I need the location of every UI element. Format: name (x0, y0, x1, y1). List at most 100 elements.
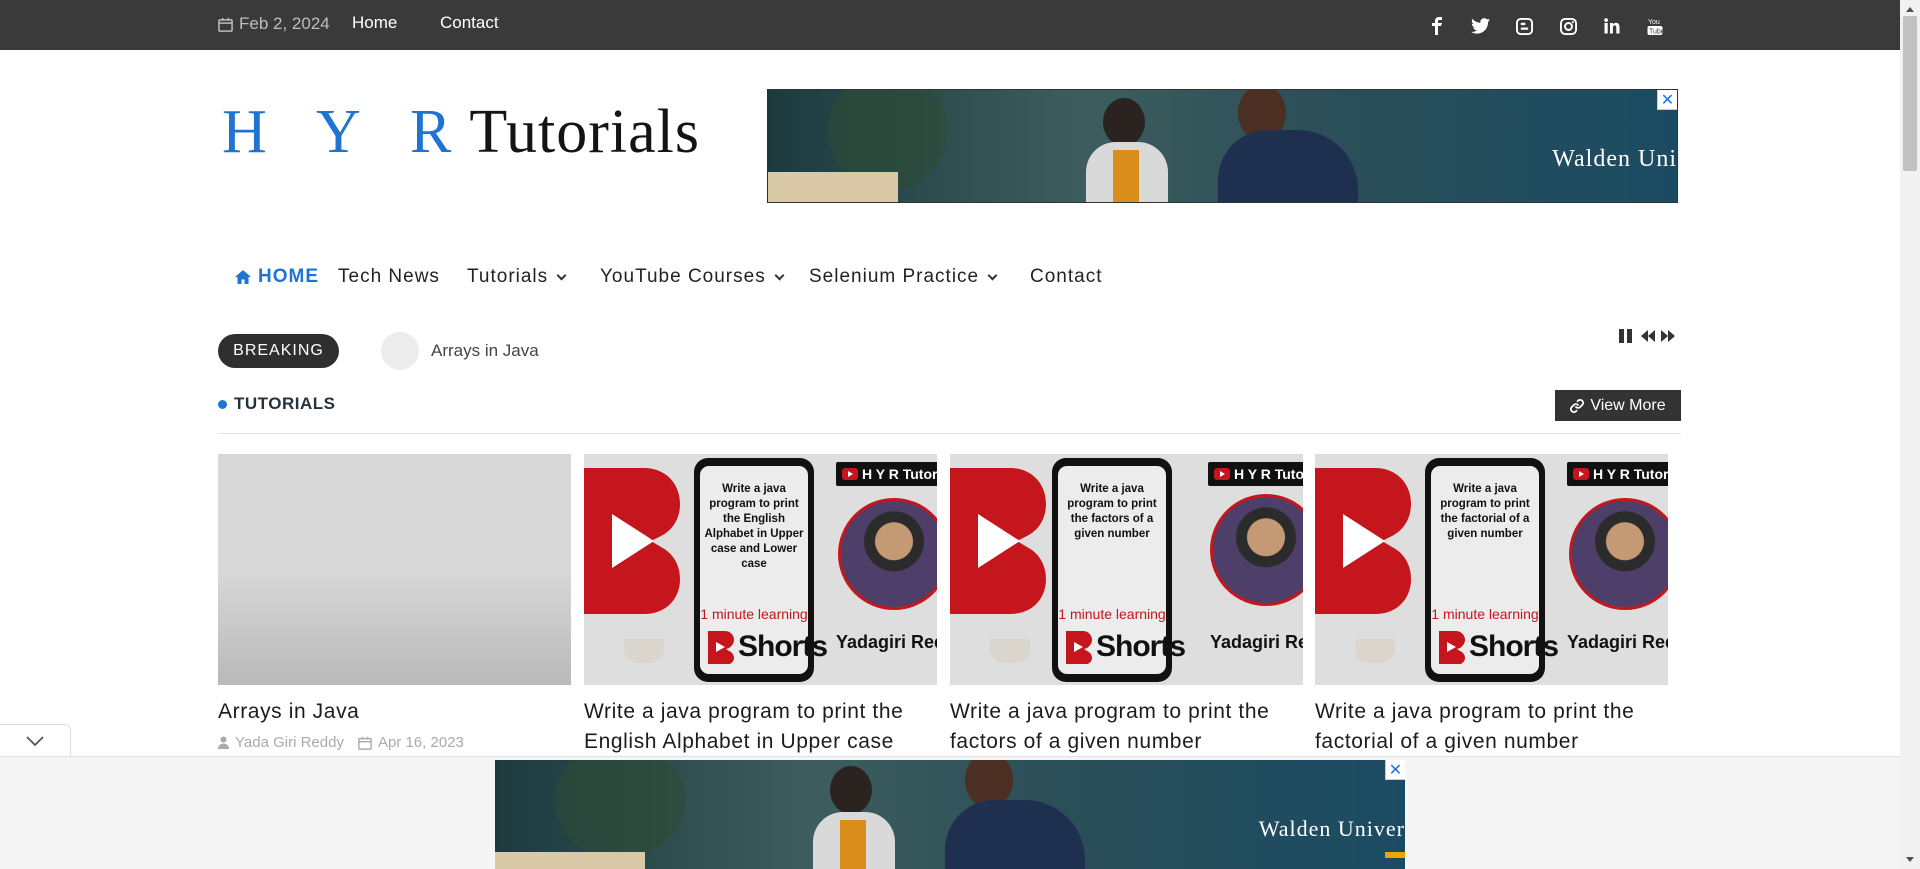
nav-item-home[interactable]: HOME (234, 266, 319, 288)
post-title[interactable]: Write a java program to print the factor… (950, 697, 1303, 757)
blogger-icon[interactable] (1512, 14, 1536, 38)
scroll-up-icon[interactable] (1904, 3, 1916, 15)
scrollbar-thumb[interactable] (1903, 16, 1917, 171)
shorts-icon (1066, 631, 1092, 664)
sticky-ad-banner[interactable]: Walden Univer ✕ (495, 760, 1405, 869)
nav-item-youtube-courses[interactable]: YouTube Courses (600, 266, 785, 288)
phone-screen: Write a java program to print the Englis… (700, 466, 828, 674)
post-thumbnail[interactable] (218, 454, 571, 685)
linkedin-icon[interactable] (1600, 14, 1624, 38)
main-nav: HOME Tech News Tutorials YouTube Courses… (0, 250, 1900, 308)
ad-person-head (1103, 98, 1145, 146)
youtube-icon (1214, 468, 1230, 480)
home-icon (235, 270, 251, 284)
chevron-down-icon (26, 735, 44, 746)
post-card[interactable]: Arrays in Java (218, 454, 571, 727)
post-card[interactable]: Write a java program to print the factor… (1315, 454, 1668, 757)
phone-screen: Write a java program to print the factor… (1058, 466, 1186, 674)
topbar-link-contact[interactable]: Contact (440, 13, 499, 33)
channel-owner: Yadagiri Reddy (1210, 632, 1303, 652)
post-title[interactable]: Arrays in Java (218, 697, 571, 727)
youtube-shorts-logo-icon (584, 468, 680, 614)
ad-person-head (830, 766, 872, 814)
coffee-cup-shape (990, 639, 1030, 663)
shorts-icon (708, 631, 734, 664)
coffee-cup-shape (1355, 639, 1395, 663)
avatar (1569, 498, 1668, 610)
twitter-icon[interactable] (1468, 14, 1492, 38)
shorts-text: Shorts (1469, 630, 1559, 663)
thumbnail-text: Write a java program to print the Englis… (704, 483, 804, 570)
nav-item-contact[interactable]: Contact (1030, 266, 1102, 288)
pause-icon[interactable] (1618, 328, 1633, 344)
thumbnail-text: Write a java program to print the factor… (1067, 483, 1157, 540)
nav-item-selenium-practice[interactable]: Selenium Practice (809, 266, 998, 288)
breaking-badge: BREAKING (218, 334, 339, 368)
channel-badge: H Y R Tutorials (836, 462, 937, 486)
nav-label-selenium-practice: Selenium Practice (809, 266, 980, 287)
post-card[interactable]: Write a java program to print the factor… (950, 454, 1303, 757)
channel-owner: Yadagiri Reddy (836, 632, 937, 652)
ad-person2-body (945, 800, 1085, 869)
post-thumbnail[interactable]: Write a java program to print the factor… (1315, 454, 1668, 685)
nav-item-tech-news[interactable]: Tech News (338, 266, 440, 288)
avatar (1210, 494, 1303, 606)
one-minute-text: 1 minute learning (1058, 606, 1166, 622)
coffee-cup-shape (624, 639, 664, 663)
phone-shape: Write a java program to print the Englis… (694, 458, 828, 682)
ad-plant-shape (555, 760, 685, 860)
facebook-icon[interactable] (1425, 14, 1449, 38)
top-bar: Feb 2, 2024 Home Contact You Tube (0, 0, 1900, 50)
post-title[interactable]: Write a java program to print the Englis… (584, 697, 937, 757)
channel-owner: Yadagiri Reddy (1567, 632, 1668, 652)
nav-label-tech-news: Tech News (338, 266, 440, 287)
post-author[interactable]: Yada Giri Reddy (235, 734, 344, 751)
ticker-headline[interactable]: Arrays in Java (431, 341, 539, 361)
nav-item-tutorials[interactable]: Tutorials (467, 266, 567, 288)
ad-person2-body (1218, 130, 1358, 202)
shorts-text: Shorts (738, 630, 828, 663)
svg-text:Tube: Tube (1649, 29, 1663, 36)
post-thumbnail[interactable]: Write a java program to print the factor… (950, 454, 1303, 685)
post-meta: Yada Giri Reddy Apr 16, 2023 (218, 734, 464, 751)
youtube-icon (842, 468, 858, 480)
phone-shape: Write a java program to print the factor… (1425, 458, 1559, 682)
logo-word: Tutorials (469, 98, 700, 166)
ad-table-shape (495, 852, 645, 869)
one-minute-text: 1 minute learning (1431, 606, 1539, 622)
post-card[interactable]: Write a java program to print the Englis… (584, 454, 937, 757)
post-thumbnail[interactable]: Write a java program to print the Englis… (584, 454, 937, 685)
shorts-text: Shorts (1096, 630, 1186, 663)
youtube-shorts-logo-icon (1315, 468, 1411, 614)
post-date: Apr 16, 2023 (377, 734, 464, 751)
shorts-label: Shorts (1066, 630, 1186, 664)
ticker-thumbnail[interactable] (381, 332, 419, 370)
instagram-icon[interactable] (1556, 14, 1580, 38)
post-title[interactable]: Write a java program to print the factor… (1315, 697, 1668, 757)
view-more-label: View More (1590, 396, 1666, 414)
nav-label-contact: Contact (1030, 266, 1103, 287)
thumbnail-text: Write a java program to print the factor… (1440, 483, 1530, 540)
ad-close-icon[interactable]: ✕ (1385, 760, 1405, 780)
shorts-label: Shorts (1439, 630, 1559, 664)
next-icon[interactable] (1660, 328, 1675, 344)
youtube-shorts-logo-icon (950, 468, 1046, 614)
channel-badge: H Y R Tutorials (1208, 462, 1303, 486)
view-more-button[interactable]: View More (1555, 390, 1681, 421)
nav-label-youtube-courses: YouTube Courses (600, 266, 766, 287)
shorts-icon (1439, 631, 1465, 664)
previous-icon[interactable] (1641, 328, 1656, 344)
youtube-icon[interactable]: You Tube (1643, 14, 1667, 38)
ad-close-icon[interactable]: ✕ (1657, 90, 1677, 110)
header-ad-banner[interactable]: Walden Uni ✕ (767, 89, 1678, 203)
topbar-link-home[interactable]: Home (352, 13, 397, 33)
collapse-ad-button[interactable] (0, 724, 71, 756)
chevron-down-icon (556, 270, 567, 280)
site-logo[interactable]: H Y RTutorials (222, 97, 700, 168)
avatar (838, 498, 937, 610)
scroll-down-icon[interactable] (1904, 853, 1916, 865)
ad-brand-text: Walden Univer (1258, 816, 1405, 841)
svg-text:You: You (1648, 19, 1660, 26)
date-text: Feb 2, 2024 (239, 14, 330, 33)
calendar-icon (218, 17, 233, 32)
